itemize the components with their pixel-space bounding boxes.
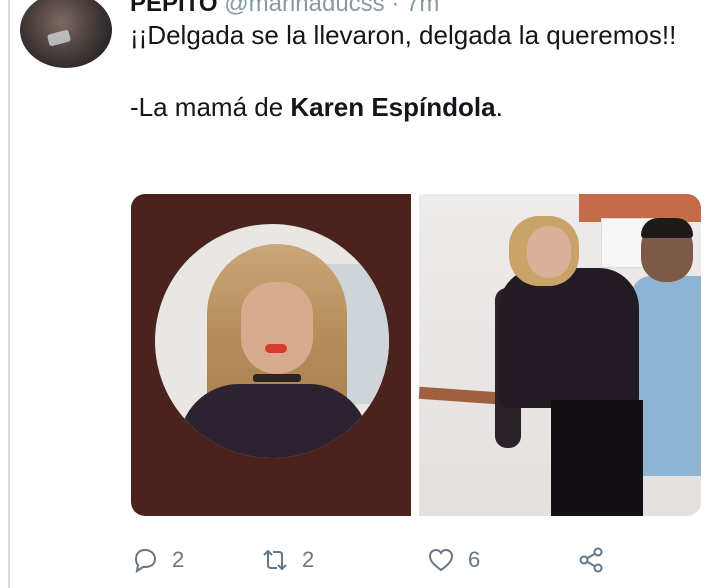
- media-image-left[interactable]: [131, 194, 411, 516]
- tweet-text-prefix: -La mamá de: [130, 92, 291, 122]
- share-button[interactable]: [576, 540, 606, 580]
- profile-photo-circle: [155, 224, 389, 458]
- reply-bubble-icon: [134, 548, 157, 574]
- like-count: 6: [468, 547, 481, 572]
- like-button[interactable]: 6: [426, 540, 480, 580]
- avatar-detail: [46, 29, 72, 47]
- share-icon: [579, 547, 603, 573]
- user-handle[interactable]: @marinaducss · 7m: [224, 0, 439, 17]
- user-avatar[interactable]: [20, 0, 112, 68]
- photo-choker: [253, 374, 301, 382]
- photo-man-hair: [641, 218, 693, 238]
- reply-button[interactable]: 2: [130, 540, 184, 580]
- photo-woman-top: [499, 268, 639, 408]
- retweet-button[interactable]: 2: [260, 540, 314, 580]
- media-image-right[interactable]: [418, 194, 701, 516]
- tweet-text-suffix: .: [495, 92, 503, 122]
- tweet-text-mention: Karen Espíndola: [290, 92, 496, 122]
- retweet-arrows-icon: [263, 549, 287, 571]
- tweet-actions-bar: 2 2 6: [130, 540, 630, 580]
- photo-lips: [265, 344, 287, 353]
- thread-divider: [8, 0, 10, 588]
- heart-icon: [428, 548, 454, 572]
- tweet-text-line2: -La mamá de Karen Espíndola.: [130, 88, 690, 126]
- photo-face: [241, 282, 313, 374]
- tweet-text-line1: ¡¡Delgada se la llevaron, delgada la que…: [130, 20, 677, 50]
- reply-count: 2: [172, 547, 185, 572]
- photo-shirt: [179, 384, 369, 458]
- tweet-media-grid: [131, 194, 701, 516]
- user-display-name[interactable]: PEPITO: [130, 0, 218, 17]
- photo-woman-pants: [551, 400, 643, 516]
- retweet-count: 2: [302, 547, 315, 572]
- tweet-body: ¡¡Delgada se la llevaron, delgada la que…: [130, 16, 690, 126]
- photo-woman-face: [527, 226, 571, 278]
